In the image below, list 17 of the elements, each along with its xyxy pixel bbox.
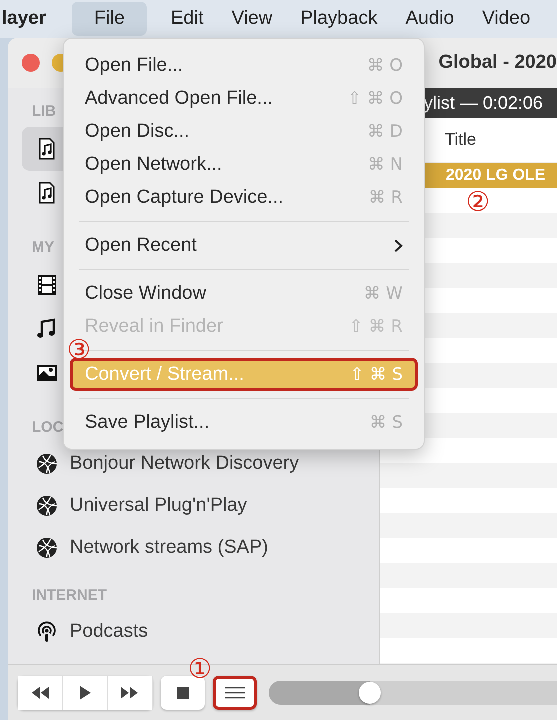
shortcut-label: ⌘ W	[364, 284, 403, 304]
item-label: Bonjour Network Discovery	[70, 453, 300, 475]
section-label: MY	[31, 239, 54, 258]
section-label: INTERNET	[31, 587, 107, 606]
shortcut-label: ⌘ O	[367, 56, 403, 76]
item-label: Network streams (SAP)	[70, 537, 268, 559]
section-label: LIB	[31, 103, 56, 122]
item-label: Podcasts	[70, 621, 148, 643]
step-marker: ②	[466, 189, 490, 216]
shortcut-label: ⌘ D	[368, 122, 403, 142]
window-title: Global - 2020	[438, 52, 557, 74]
shortcut-label: ⌘ S	[370, 412, 403, 432]
shortcut-label: ⇧ ⌘ S	[350, 364, 403, 384]
step-marker: ①	[188, 656, 212, 682]
item-label: Universal Plug'n'Play	[70, 495, 248, 517]
shortcut-label: ⌘ R	[368, 188, 403, 208]
section-label: LOC	[31, 419, 64, 438]
